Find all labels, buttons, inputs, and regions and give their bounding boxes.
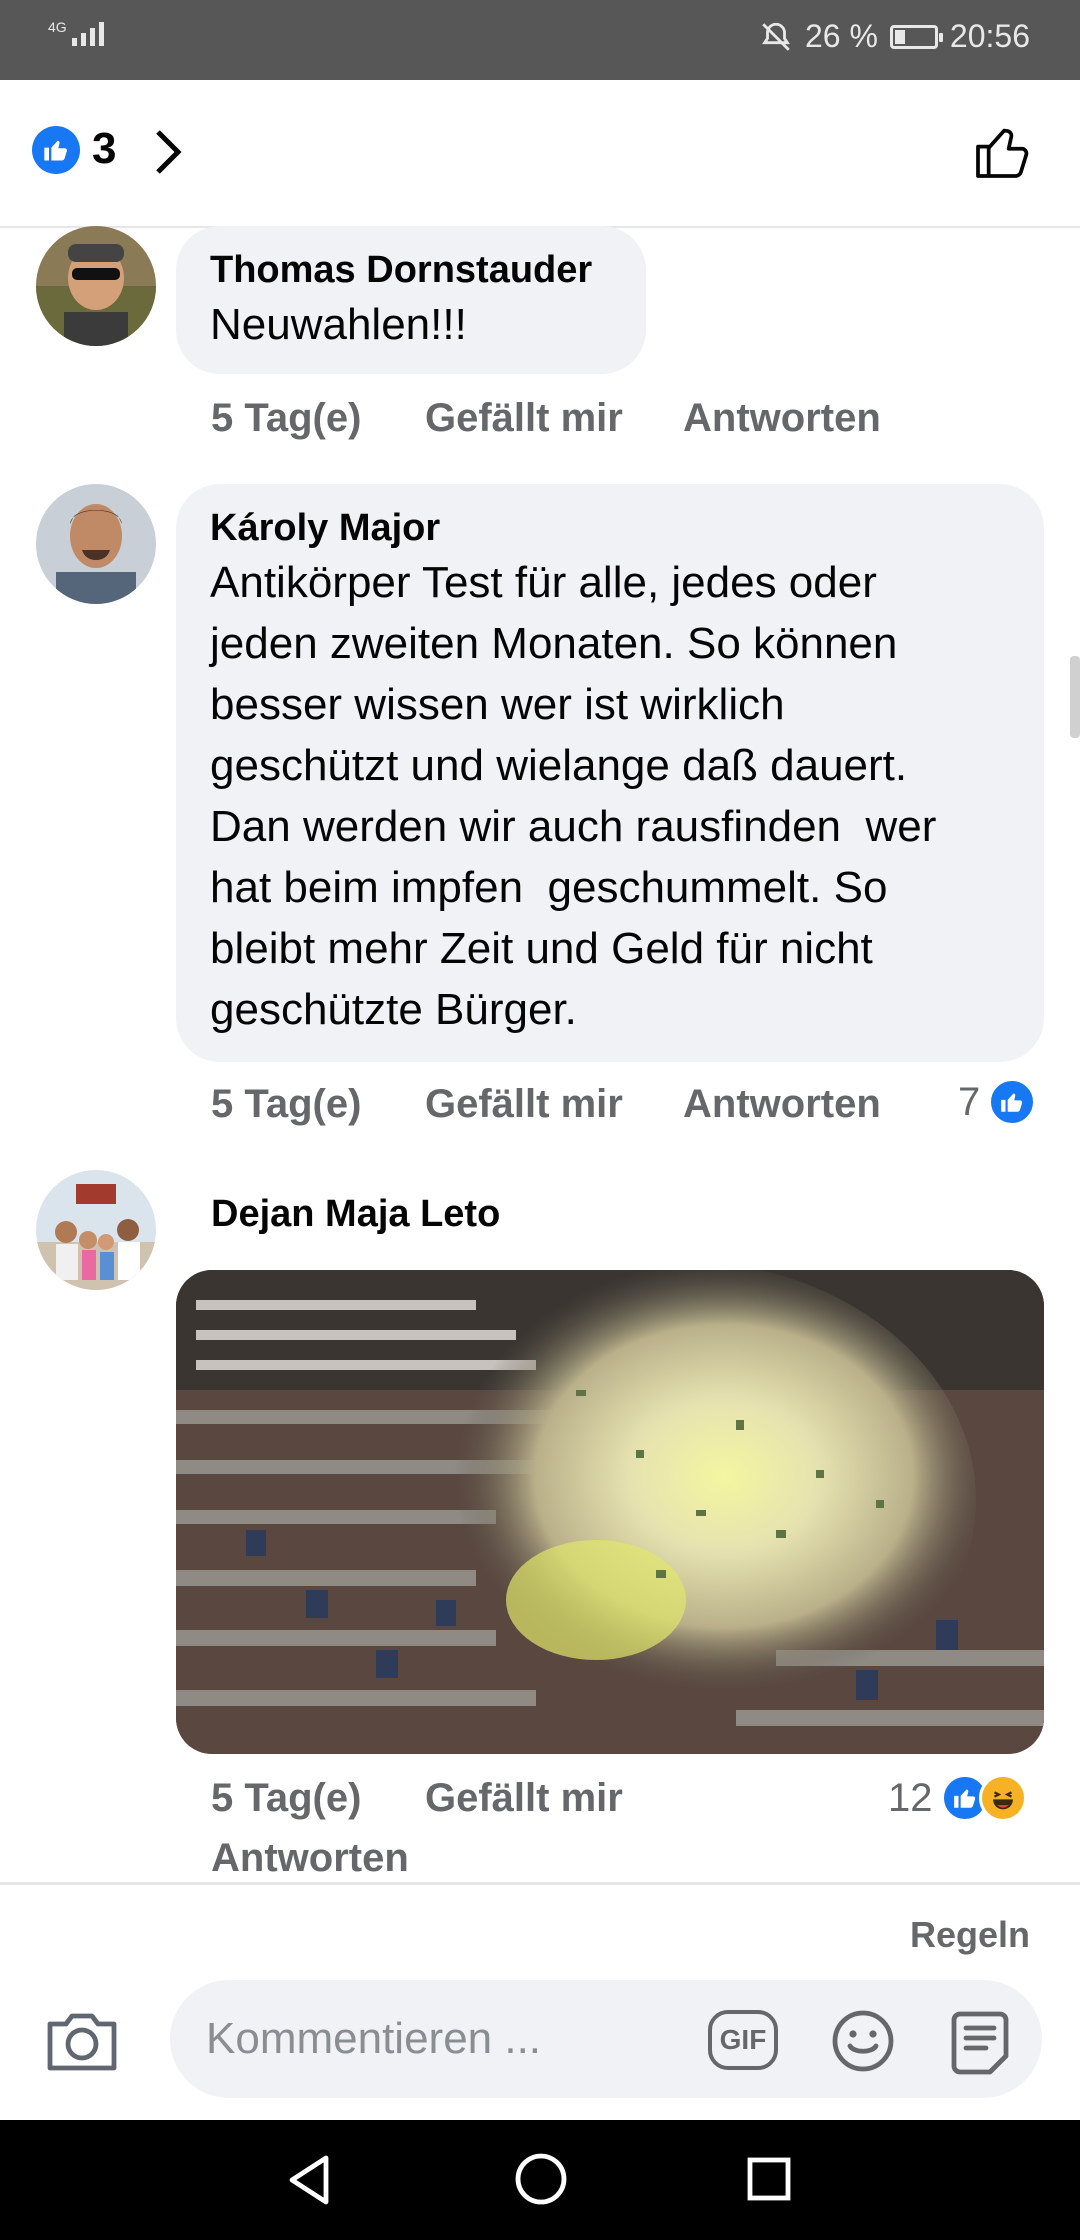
- comment-text-line: Antikörper Test für alle, jedes oder: [210, 558, 877, 607]
- like-comment-button[interactable]: Gefällt mir: [425, 1776, 623, 1821]
- battery-percent: 26 %: [804, 18, 878, 54]
- comment-bubble[interactable]: Thomas Dornstauder Neuwahlen!!!: [176, 226, 646, 374]
- comment-reactions[interactable]: 7: [958, 1078, 1037, 1126]
- like-comment-button[interactable]: Gefällt mir: [425, 396, 623, 441]
- comment-author[interactable]: Dejan Maja Leto: [211, 1190, 500, 1238]
- comment-text-line: Dan werden wir auch rausfinden wer: [210, 802, 937, 851]
- divider: [0, 1882, 1080, 1885]
- comment-text-line: besser wissen wer ist wirklich: [210, 680, 785, 729]
- avatar[interactable]: [36, 484, 156, 604]
- comment-text: Neuwahlen!!!: [210, 300, 467, 349]
- avatar[interactable]: [36, 1170, 156, 1290]
- camera-icon[interactable]: [44, 2008, 120, 2074]
- thumbs-up-outline-icon[interactable]: [970, 120, 1034, 184]
- reaction-count: 12: [888, 1775, 933, 1820]
- comment-reactions[interactable]: 12: [888, 1774, 1027, 1822]
- home-icon[interactable]: [514, 2152, 568, 2206]
- sticker-icon[interactable]: [948, 2006, 1018, 2078]
- emoji-icon[interactable]: [830, 2008, 896, 2074]
- gif-button[interactable]: GIF: [708, 2010, 778, 2070]
- comment-text-line: geschützt und wielange daß dauert.: [210, 741, 908, 790]
- reply-button[interactable]: Antworten: [683, 1082, 881, 1127]
- signal-icon: [72, 22, 104, 46]
- scrollbar-thumb[interactable]: [1070, 656, 1080, 738]
- comment-placeholder: Kommentieren ...: [206, 2014, 542, 2063]
- comment-time: 5 Tag(e): [211, 1082, 362, 1126]
- reaction-count: 7: [958, 1079, 981, 1124]
- reactions-header: 3: [0, 80, 1080, 228]
- rules-link[interactable]: Regeln: [910, 1914, 1030, 1956]
- battery-icon: [889, 24, 943, 49]
- like-count[interactable]: 3: [92, 124, 116, 174]
- mute-icon: [762, 22, 790, 51]
- comment-text-line: jeden zweiten Monaten. So können: [210, 619, 898, 668]
- comment-text-line: geschützte Bürger.: [210, 985, 577, 1034]
- comment-image[interactable]: [176, 1270, 1044, 1754]
- network-type: 4G: [48, 19, 67, 35]
- reply-button[interactable]: Antworten: [683, 396, 881, 441]
- status-bar: 4G 26 % 20:56: [0, 0, 1080, 80]
- comment-time: 5 Tag(e): [211, 1776, 362, 1820]
- like-reaction-icon: [988, 1078, 1037, 1126]
- comment-author[interactable]: Thomas Dornstauder: [210, 246, 612, 294]
- reply-button[interactable]: Antworten: [211, 1836, 409, 1881]
- comment-input[interactable]: Kommentieren ... GIF: [170, 1980, 1042, 2098]
- system-nav-bar: [0, 2120, 1080, 2240]
- like-reaction-icon[interactable]: [32, 126, 80, 174]
- comment-text-line: bleibt mehr Zeit und Geld für nicht: [210, 924, 873, 973]
- recent-apps-icon[interactable]: [746, 2156, 792, 2202]
- comment-bubble[interactable]: Károly Major Antikörper Test für alle, j…: [176, 484, 1044, 1062]
- comment-time: 5 Tag(e): [211, 396, 362, 440]
- haha-reaction-icon: [978, 1774, 1027, 1822]
- comment-author[interactable]: Károly Major: [210, 504, 1010, 552]
- chevron-right-icon[interactable]: [150, 126, 186, 178]
- comment-text-line: hat beim impfen geschummelt. So: [210, 863, 888, 912]
- like-comment-button[interactable]: Gefällt mir: [425, 1082, 623, 1127]
- clock: 20:56: [949, 18, 1030, 54]
- avatar[interactable]: [36, 226, 156, 346]
- back-icon[interactable]: [284, 2152, 334, 2208]
